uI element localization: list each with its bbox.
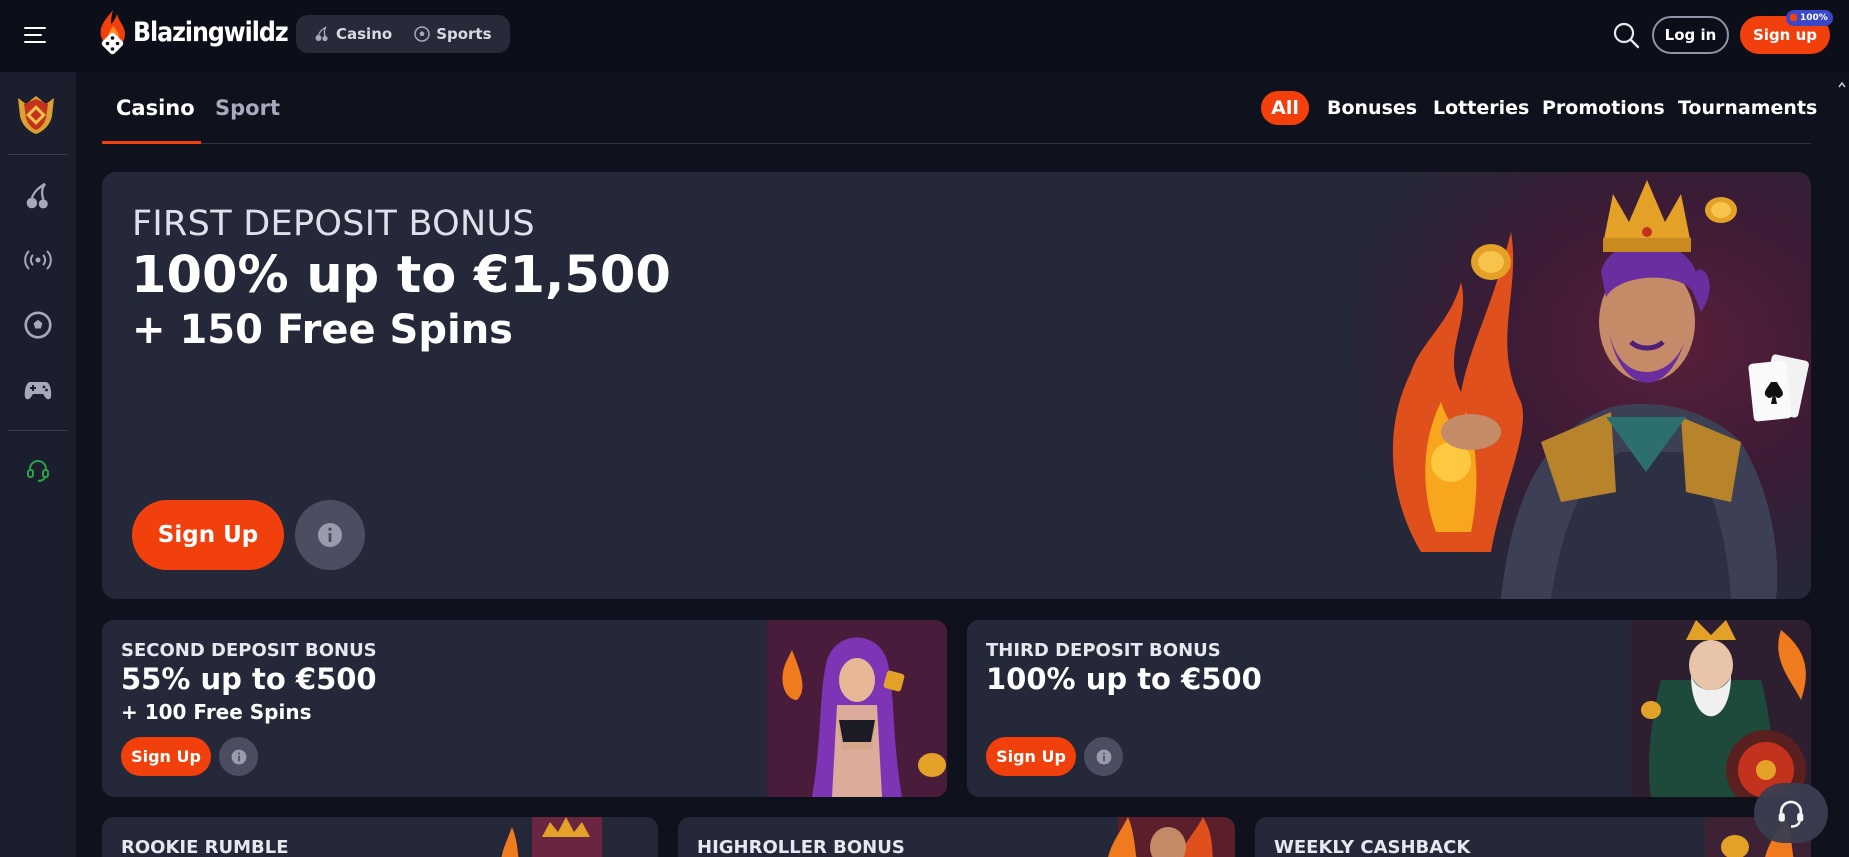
support-headset-icon bbox=[27, 460, 49, 482]
flame-logo-icon bbox=[95, 8, 131, 56]
nav-casino-label: Casino bbox=[336, 25, 393, 43]
nav-sports[interactable]: Sports bbox=[406, 25, 499, 43]
sidebar bbox=[0, 72, 76, 857]
search-icon[interactable] bbox=[1612, 21, 1640, 49]
card-title: HIGHROLLER BONUS bbox=[697, 837, 905, 857]
king-character-illustration bbox=[1392, 180, 1809, 599]
menu-icon[interactable] bbox=[24, 27, 46, 43]
sorceress-character-illustration bbox=[767, 620, 947, 797]
support-chat-button[interactable] bbox=[1754, 783, 1828, 843]
card-signup-button[interactable]: Sign Up bbox=[121, 737, 211, 776]
card-signup-button[interactable]: Sign Up bbox=[986, 737, 1076, 776]
card-heading: THIRD DEPOSIT BONUS bbox=[986, 640, 1221, 661]
banner-subtitle: FIRST DEPOSIT BONUS bbox=[132, 204, 535, 244]
card-title: ROOKIE RUMBLE bbox=[121, 837, 289, 857]
soccer-ball-icon bbox=[24, 311, 52, 339]
category-tabs: Casino Sport All Bonuses Lotteries Promo… bbox=[102, 72, 1817, 144]
promo-illustration bbox=[501, 817, 602, 857]
sidebar-item-games[interactable] bbox=[18, 370, 58, 410]
filter-tournaments[interactable]: Tournaments bbox=[1678, 91, 1817, 125]
sidebar-item-support[interactable] bbox=[18, 450, 58, 490]
gamepad-icon bbox=[24, 382, 52, 400]
brand-logo[interactable]: Blazingwildz bbox=[95, 8, 309, 56]
weekly-cashback-card[interactable]: WEEKLY CASHBACK bbox=[1255, 817, 1811, 857]
filter-all[interactable]: All bbox=[1261, 91, 1309, 125]
tab-casino[interactable]: Casino bbox=[116, 96, 195, 120]
third-deposit-card: THIRD DEPOSIT BONUS 100% up to €500 Sign… bbox=[967, 620, 1811, 797]
card-title: 55% up to €500 bbox=[121, 662, 377, 696]
top-header: Blazingwildz Casino Sports Log in Sign u… bbox=[0, 0, 1849, 72]
info-icon[interactable] bbox=[1084, 737, 1123, 776]
live-broadcast-icon bbox=[24, 250, 52, 270]
banner-free-spins: + 150 Free Spins bbox=[132, 307, 513, 353]
cherries-icon bbox=[26, 182, 48, 209]
card-heading: SECOND DEPOSIT BONUS bbox=[121, 640, 377, 661]
filter-lotteries[interactable]: Lotteries bbox=[1433, 91, 1529, 125]
card-free-spins: + 100 Free Spins bbox=[121, 700, 312, 724]
brand-name: Blazingwildz bbox=[133, 16, 289, 48]
promo-illustration bbox=[1108, 817, 1235, 857]
sidebar-item-sports[interactable] bbox=[18, 305, 58, 345]
support-headset-icon bbox=[1778, 800, 1804, 828]
nav-sports-label: Sports bbox=[436, 25, 492, 43]
scroll-up-arrow-icon[interactable] bbox=[1838, 74, 1846, 88]
wizard-king-illustration bbox=[1631, 620, 1811, 797]
cherries-icon bbox=[315, 26, 328, 42]
active-tab-indicator bbox=[102, 141, 201, 144]
sidebar-divider bbox=[8, 154, 68, 155]
highroller-bonus-card[interactable]: HIGHROLLER BONUS bbox=[678, 817, 1235, 857]
card-title: 100% up to €500 bbox=[986, 662, 1262, 696]
signup-bonus-badge: 100% bbox=[1786, 10, 1833, 26]
nav-casino[interactable]: Casino bbox=[306, 25, 400, 43]
login-button[interactable]: Log in bbox=[1652, 16, 1729, 54]
sidebar-item-casino[interactable] bbox=[18, 176, 58, 216]
soccer-ball-icon bbox=[414, 26, 430, 42]
second-deposit-card: SECOND DEPOSIT BONUS 55% up to €500 + 10… bbox=[102, 620, 947, 797]
filter-promotions[interactable]: Promotions bbox=[1542, 91, 1665, 125]
card-title: WEEKLY CASHBACK bbox=[1274, 837, 1471, 857]
rookie-rumble-card[interactable]: ROOKIE RUMBLE bbox=[102, 817, 658, 857]
sidebar-divider bbox=[8, 430, 68, 431]
banner-title: 100% up to €1,500 bbox=[131, 246, 671, 305]
info-icon[interactable] bbox=[219, 737, 258, 776]
sidebar-item-live[interactable] bbox=[18, 240, 58, 280]
filter-bonuses[interactable]: Bonuses bbox=[1327, 91, 1417, 125]
top-nav: Casino Sports bbox=[296, 15, 510, 53]
banner-signup-button[interactable]: Sign Up bbox=[132, 500, 284, 570]
tab-sport[interactable]: Sport bbox=[215, 96, 280, 120]
first-deposit-banner: FIRST DEPOSIT BONUS 100% up to €1,500 + … bbox=[102, 172, 1811, 599]
info-icon[interactable] bbox=[295, 500, 365, 570]
vip-shield-icon[interactable] bbox=[12, 90, 60, 138]
